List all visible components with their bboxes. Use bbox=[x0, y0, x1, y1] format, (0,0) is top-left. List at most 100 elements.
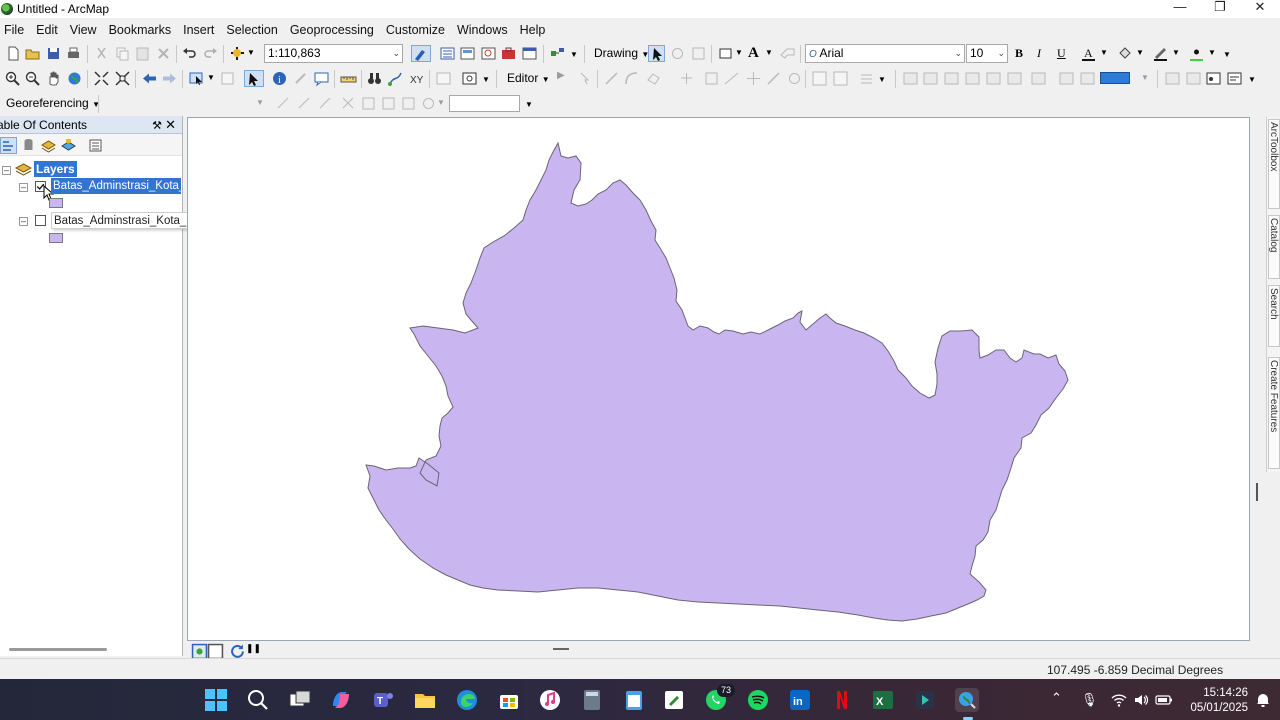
viewer-window-icon[interactable] bbox=[461, 70, 478, 87]
layout-tool-1-icon[interactable] bbox=[902, 70, 919, 87]
auto-registration-icon[interactable] bbox=[360, 95, 377, 112]
marker-color-dropdown-icon[interactable]: ▼ bbox=[1208, 48, 1216, 65]
system-clock[interactable]: 15:14:26 05/01/2025 bbox=[1188, 686, 1248, 716]
map-scale-combo[interactable]: 1:110,863 ⌄ bbox=[264, 44, 403, 63]
layout-view-icon[interactable] bbox=[207, 643, 224, 660]
zoom-in-icon[interactable] bbox=[4, 70, 21, 87]
layout-tool-10-icon[interactable] bbox=[1164, 70, 1181, 87]
layout-tool-9-icon[interactable] bbox=[1079, 70, 1096, 87]
paste-icon[interactable] bbox=[134, 45, 151, 62]
sticky-notes-icon[interactable] bbox=[662, 688, 686, 712]
layer-2-collapse-toggle[interactable]: – bbox=[19, 217, 28, 226]
menu-help[interactable]: Help bbox=[516, 23, 554, 37]
map-canvas[interactable] bbox=[188, 118, 1251, 642]
rotate-georef-icon[interactable] bbox=[275, 95, 292, 112]
rotate-icon[interactable] bbox=[669, 45, 686, 62]
color-swatch-icon[interactable] bbox=[1100, 72, 1130, 84]
notepad-icon[interactable] bbox=[622, 688, 646, 712]
layout-tool-13-icon[interactable] bbox=[1226, 70, 1243, 87]
restore-button[interactable]: ❐ bbox=[1200, 0, 1240, 18]
create-features-dock-tab[interactable]: Create Features bbox=[1268, 357, 1280, 469]
notifications-icon[interactable] bbox=[1255, 692, 1271, 711]
font-color-dropdown-icon[interactable]: ▼ bbox=[1100, 48, 1108, 65]
minimize-button[interactable]: — bbox=[1160, 0, 1200, 18]
line-color-icon[interactable] bbox=[1152, 45, 1169, 62]
zoom-out-icon[interactable] bbox=[24, 70, 41, 87]
find-route-icon[interactable] bbox=[387, 70, 404, 87]
layout-overflow-icon[interactable]: ▼ bbox=[1248, 75, 1256, 92]
scale-georef-icon[interactable] bbox=[317, 95, 334, 112]
arctoolbox-dock-tab[interactable]: ArcToolbox bbox=[1268, 119, 1280, 209]
microsoft-teams-icon[interactable]: T bbox=[371, 688, 395, 712]
task-view-icon[interactable] bbox=[288, 688, 312, 712]
shift-georef-icon[interactable] bbox=[296, 95, 313, 112]
show-hidden-icons-chevron-icon[interactable]: ⌃ bbox=[1051, 690, 1062, 706]
identify-icon[interactable]: i bbox=[271, 70, 288, 87]
list-by-visibility-icon[interactable] bbox=[40, 137, 57, 154]
menu-edit[interactable]: Edit bbox=[32, 23, 66, 37]
layout-tool-7-icon[interactable] bbox=[1030, 70, 1047, 87]
fixed-zoom-out-icon[interactable] bbox=[114, 70, 131, 87]
calculator-icon[interactable] bbox=[580, 688, 604, 712]
menu-selection[interactable]: Selection bbox=[222, 23, 285, 37]
select-elements-icon[interactable] bbox=[648, 45, 665, 62]
toc-options-icon[interactable] bbox=[87, 137, 104, 154]
batas-administrasi-polygon[interactable] bbox=[365, 141, 1069, 622]
copy-icon[interactable] bbox=[114, 45, 131, 62]
arcmap-taskbar-icon[interactable] bbox=[955, 688, 979, 712]
editor-toolbar-icon[interactable] bbox=[411, 45, 431, 62]
cut-polygons-icon[interactable] bbox=[723, 70, 740, 87]
attributes-icon[interactable] bbox=[786, 70, 803, 87]
print-icon[interactable] bbox=[65, 45, 82, 62]
toolbar-overflow-icon[interactable]: ▼ bbox=[570, 50, 578, 67]
marker-color-icon[interactable] bbox=[1188, 45, 1205, 62]
model-builder-icon[interactable] bbox=[549, 45, 566, 62]
select-elements-tool-icon[interactable] bbox=[244, 70, 264, 87]
reshape-feature-icon[interactable] bbox=[703, 70, 720, 87]
search-icon[interactable] bbox=[246, 688, 270, 712]
bold-button[interactable]: B bbox=[1015, 46, 1023, 61]
create-features-icon[interactable] bbox=[832, 70, 849, 87]
netflix-icon[interactable] bbox=[830, 688, 854, 712]
volume-icon[interactable] bbox=[1133, 692, 1149, 711]
excel-icon[interactable]: X bbox=[871, 688, 895, 712]
copilot-icon[interactable] bbox=[329, 688, 353, 712]
layer-1-name[interactable]: Batas_Adminstrasi_Kota_Ban bbox=[51, 178, 181, 194]
add-data-dropdown-icon[interactable]: ▼ bbox=[247, 48, 257, 65]
split-tool-icon[interactable] bbox=[745, 70, 762, 87]
tools-overflow-icon[interactable]: ▼ bbox=[482, 75, 490, 92]
spotify-icon[interactable] bbox=[746, 688, 770, 712]
find-binoculars-icon[interactable] bbox=[366, 70, 383, 87]
line-color-dropdown-icon[interactable]: ▼ bbox=[1172, 48, 1180, 65]
windows-start-icon[interactable] bbox=[204, 688, 228, 712]
menu-customize[interactable]: Customize bbox=[382, 23, 453, 37]
html-popup-icon[interactable] bbox=[313, 70, 330, 87]
editor-options-icon[interactable] bbox=[858, 70, 875, 87]
search-dock-tab[interactable]: Search bbox=[1268, 285, 1280, 347]
cut-icon[interactable] bbox=[93, 45, 110, 62]
catalog-window-icon[interactable] bbox=[459, 45, 476, 62]
measure-icon[interactable] bbox=[340, 70, 357, 87]
endpoint-arc-icon[interactable] bbox=[623, 70, 640, 87]
list-by-drawing-order-icon[interactable] bbox=[0, 137, 17, 154]
catalog-dock-tab[interactable]: Catalog bbox=[1268, 215, 1280, 279]
go-to-xy-icon[interactable]: XY bbox=[408, 70, 425, 87]
straight-segment-icon[interactable] bbox=[603, 70, 620, 87]
map-view[interactable] bbox=[187, 117, 1250, 641]
edit-annotation-icon[interactable] bbox=[577, 70, 594, 87]
auto-hide-pin-icon[interactable]: ⚒ bbox=[152, 117, 162, 135]
menu-windows[interactable]: Windows bbox=[453, 23, 516, 37]
new-document-icon[interactable] bbox=[5, 45, 22, 62]
rotate-display-icon[interactable] bbox=[420, 95, 437, 112]
font-name-combo[interactable]: O Arial ⌄ bbox=[805, 44, 965, 63]
editor-overflow-icon[interactable]: ▼ bbox=[878, 75, 886, 92]
underline-button[interactable]: U bbox=[1057, 46, 1066, 61]
fill-color-icon[interactable] bbox=[1116, 45, 1133, 62]
search-window-icon[interactable] bbox=[480, 45, 497, 62]
layout-tool-2-icon[interactable] bbox=[922, 70, 939, 87]
callout-icon[interactable] bbox=[779, 45, 796, 62]
rectangle-tool-icon[interactable] bbox=[717, 45, 734, 62]
rotate-dropdown-icon[interactable]: ▼ bbox=[437, 98, 445, 115]
point-tool-icon[interactable] bbox=[645, 70, 662, 87]
itunes-icon[interactable] bbox=[538, 688, 562, 712]
